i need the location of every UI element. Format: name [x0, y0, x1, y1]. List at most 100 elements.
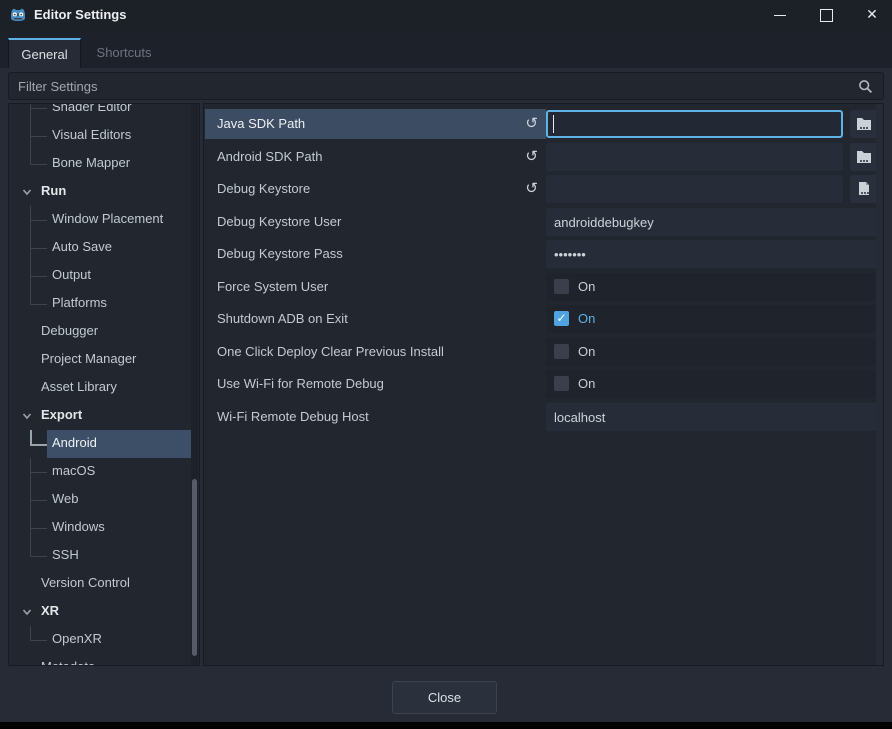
- tree-connector: [30, 626, 47, 654]
- tree-scrollbar-thumb[interactable]: [192, 479, 197, 656]
- sidebar-item-auto-save[interactable]: Auto Save: [9, 234, 200, 262]
- setting-row-shutdown-adb-on-exit: Shutdown ADB on Exit ✓ On: [204, 304, 884, 334]
- editor-settings-dialog: Editor Settings ✕ General Shortcuts Shad…: [0, 0, 892, 722]
- tree-connector: [30, 122, 47, 150]
- close-button[interactable]: Close: [392, 681, 497, 714]
- tree-connector: [30, 458, 47, 486]
- setting-label[interactable]: Android SDK Path ↺: [205, 142, 546, 172]
- setting-label[interactable]: Wi-Fi Remote Debug Host: [205, 402, 546, 432]
- checkbox-row-background: [546, 273, 878, 301]
- setting-row-java-sdk-path: Java SDK Path ↺: [204, 109, 884, 139]
- setting-row-debug-keystore-user: Debug Keystore User: [204, 207, 884, 237]
- title-bar: Editor Settings ✕: [0, 0, 892, 30]
- shutdown-adb-checkbox[interactable]: ✓: [554, 311, 569, 326]
- window-close-button[interactable]: ✕: [849, 0, 892, 30]
- tree-connector: [30, 234, 47, 262]
- checkbox-row-background: [546, 305, 878, 333]
- sidebar-item-platforms[interactable]: Platforms: [9, 290, 200, 318]
- check-icon: ✓: [556, 311, 566, 325]
- revert-icon[interactable]: ↺: [525, 179, 538, 197]
- maximize-button[interactable]: [803, 0, 849, 30]
- setting-row-debug-keystore: Debug Keystore ↺: [204, 174, 884, 204]
- sidebar-item-metadata[interactable]: Metadata: [9, 654, 200, 666]
- sidebar-item-asset-library[interactable]: Asset Library: [9, 374, 200, 402]
- sidebar-item-android[interactable]: Android: [9, 430, 200, 458]
- revert-icon[interactable]: ↺: [525, 114, 538, 132]
- sidebar-item-windows[interactable]: Windows: [9, 514, 200, 542]
- tree-connector: [30, 103, 47, 122]
- wifi-remote-debug-host-input[interactable]: [546, 403, 878, 431]
- window-title: Editor Settings: [34, 7, 126, 22]
- tree-connector: [30, 150, 47, 178]
- tree-connector: [30, 542, 47, 570]
- tab-shortcuts[interactable]: Shortcuts: [82, 38, 166, 68]
- tree-connector: [30, 486, 47, 514]
- setting-row-debug-keystore-pass: Debug Keystore Pass: [204, 239, 884, 269]
- text-caret: [553, 115, 554, 133]
- folder-icon: [856, 117, 872, 131]
- force-system-user-checkbox[interactable]: [554, 279, 569, 294]
- settings-properties-panel: Java SDK Path ↺ Android SDK Path ↺: [203, 103, 884, 666]
- chevron-down-icon: [22, 188, 32, 196]
- one-click-deploy-checkbox[interactable]: [554, 344, 569, 359]
- setting-label[interactable]: Use Wi-Fi for Remote Debug: [205, 369, 546, 399]
- sidebar-item-output[interactable]: Output: [9, 262, 200, 290]
- sidebar-item-version-control[interactable]: Version Control: [9, 570, 200, 598]
- sidebar-item-project-manager[interactable]: Project Manager: [9, 346, 200, 374]
- setting-row-one-click-deploy-clear-previous-install: One Click Deploy Clear Previous Install …: [204, 337, 884, 367]
- sidebar-item-openxr[interactable]: OpenXR: [9, 626, 200, 654]
- use-wifi-checkbox[interactable]: [554, 376, 569, 391]
- checkbox-row-background: [546, 338, 878, 366]
- setting-label[interactable]: Debug Keystore User: [205, 207, 546, 237]
- setting-label[interactable]: Shutdown ADB on Exit: [205, 304, 546, 334]
- tab-general[interactable]: General: [8, 38, 81, 68]
- android-sdk-path-input[interactable]: [546, 143, 843, 171]
- debug-keystore-user-input[interactable]: [546, 208, 878, 236]
- folder-browse-button[interactable]: [850, 110, 878, 138]
- setting-label[interactable]: Debug Keystore Pass: [205, 239, 546, 269]
- java-sdk-path-input[interactable]: [546, 110, 843, 138]
- revert-icon[interactable]: ↺: [525, 147, 538, 165]
- sidebar-item-window-placement[interactable]: Window Placement: [9, 206, 200, 234]
- setting-row-wifi-remote-debug-host: Wi-Fi Remote Debug Host: [204, 402, 884, 432]
- file-browse-button[interactable]: [850, 175, 878, 203]
- setting-row-android-sdk-path: Android SDK Path ↺: [204, 142, 884, 172]
- sidebar-item-bone-mapper[interactable]: Bone Mapper: [9, 150, 200, 178]
- sidebar-item-web[interactable]: Web: [9, 486, 200, 514]
- debug-keystore-input[interactable]: [546, 175, 843, 203]
- settings-category-tree: Shader Editor Visual Editors Bone Mapper…: [8, 103, 200, 666]
- tree-connector: [30, 430, 47, 458]
- sidebar-item-ssh[interactable]: SSH: [9, 542, 200, 570]
- file-icon: [857, 181, 871, 196]
- setting-label[interactable]: One Click Deploy Clear Previous Install: [205, 337, 546, 367]
- setting-label[interactable]: Force System User: [205, 272, 546, 302]
- settings-scrollbar[interactable]: [876, 104, 883, 665]
- sidebar-section-export[interactable]: Export: [9, 402, 200, 430]
- tree-connector: [30, 262, 47, 290]
- tree-connector: [30, 206, 47, 234]
- minimize-button[interactable]: [757, 0, 803, 30]
- chevron-down-icon: [22, 608, 32, 616]
- sidebar-section-xr[interactable]: XR: [9, 598, 200, 626]
- setting-label[interactable]: Java SDK Path ↺: [205, 109, 546, 139]
- tree-connector: [30, 514, 47, 542]
- setting-label[interactable]: Debug Keystore ↺: [205, 174, 546, 204]
- folder-browse-button[interactable]: [850, 143, 878, 171]
- tree-connector: [30, 290, 47, 318]
- filter-settings-input[interactable]: [9, 73, 883, 99]
- sidebar-item-debugger[interactable]: Debugger: [9, 318, 200, 346]
- setting-row-use-wifi-for-remote-debug: Use Wi-Fi for Remote Debug On: [204, 369, 884, 399]
- folder-icon: [856, 150, 872, 164]
- filter-bar: [8, 72, 884, 100]
- tree-scrollbar[interactable]: [191, 104, 198, 665]
- sidebar-item-macos[interactable]: macOS: [9, 458, 200, 486]
- sidebar-item-shader-editor[interactable]: Shader Editor: [9, 103, 200, 122]
- setting-row-force-system-user: Force System User On: [204, 272, 884, 302]
- debug-keystore-pass-input[interactable]: [546, 240, 878, 268]
- checkbox-row-background: [546, 370, 878, 398]
- godot-icon: [9, 6, 27, 24]
- tab-strip: General Shortcuts: [0, 30, 892, 68]
- sidebar-item-visual-editors[interactable]: Visual Editors: [9, 122, 200, 150]
- sidebar-section-run[interactable]: Run: [9, 178, 200, 206]
- chevron-down-icon: [22, 412, 32, 420]
